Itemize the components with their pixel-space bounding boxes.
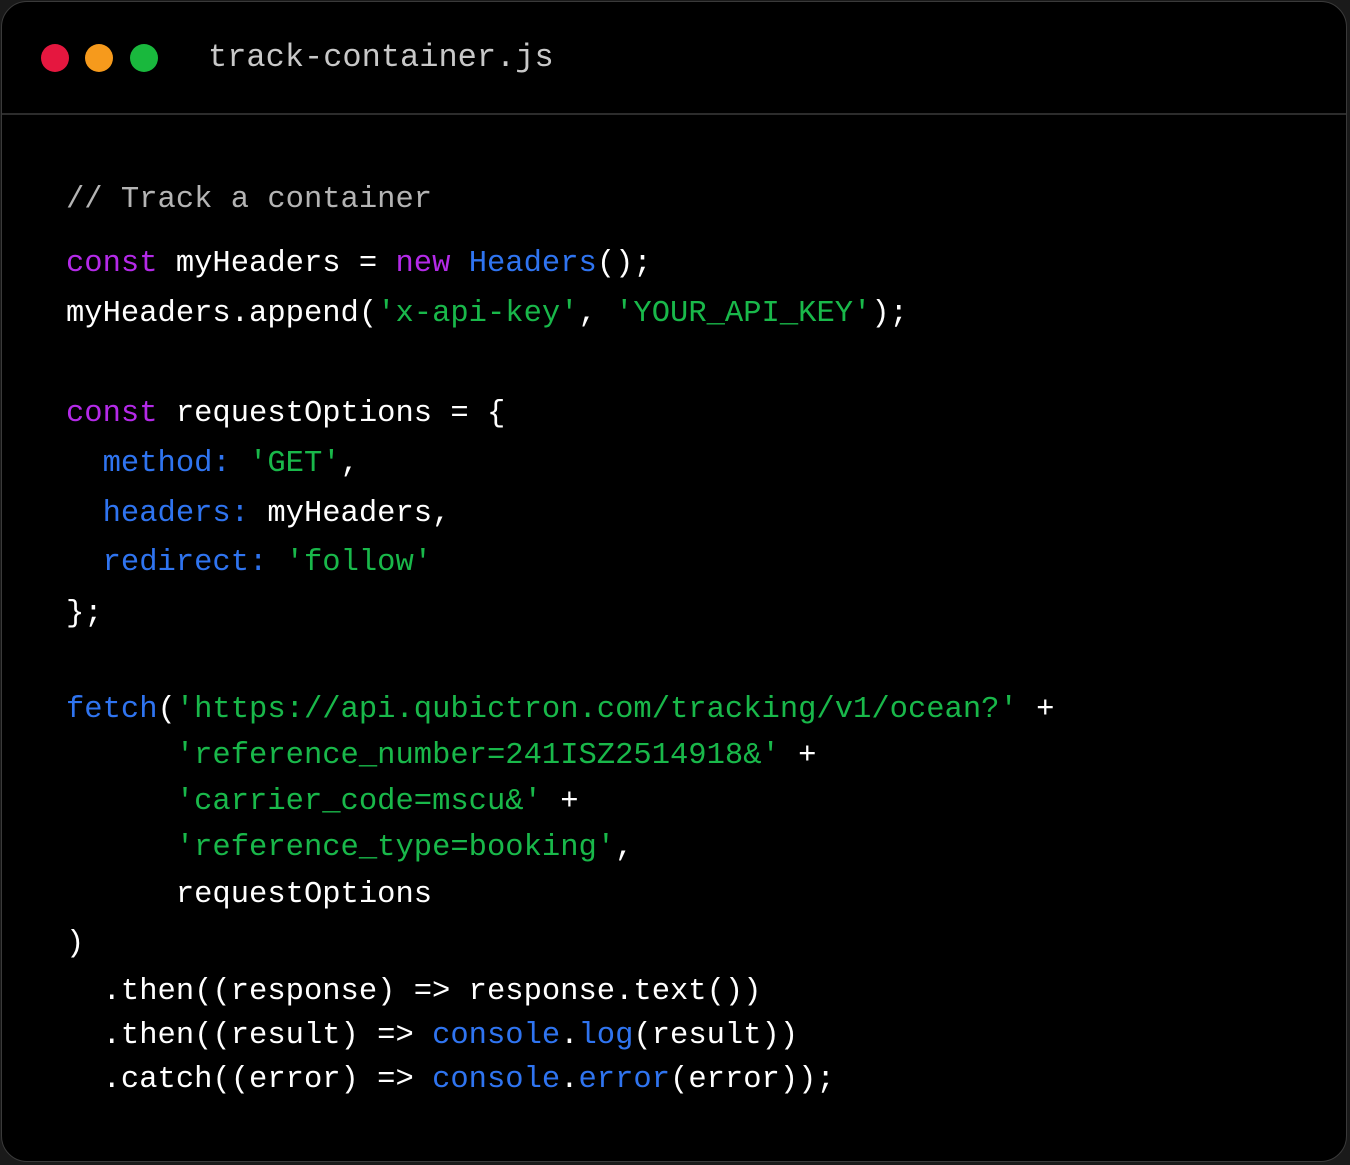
function-token: log — [578, 1019, 634, 1053]
code-text: ) — [66, 927, 85, 961]
property-token: headers: — [102, 497, 250, 531]
code-text: + — [779, 739, 817, 773]
code-editor: // Track a container const myHeaders = n… — [2, 2, 1346, 1161]
function-token: fetch — [66, 693, 158, 727]
code-window: track-container.js // Track a container … — [1, 1, 1347, 1162]
code-line: headers: myHeaders, — [66, 494, 451, 534]
code-line: redirect: 'follow' — [66, 543, 432, 583]
code-text: myHeaders.append( — [66, 297, 378, 331]
code-line: .then((response) => response.text()) — [66, 972, 762, 1012]
string-token: 'GET' — [249, 447, 341, 481]
string-token: 'x-api-key' — [377, 297, 579, 331]
keyword-token: const — [66, 397, 158, 431]
code-line: ) — [66, 924, 84, 964]
string-token: 'carrier_code=mscu&' — [175, 785, 542, 819]
code-line: .then((result) => console.log(result)) — [66, 1016, 799, 1056]
code-text: , — [340, 447, 359, 481]
code-line: const requestOptions = { — [66, 394, 505, 434]
code-line: 'reference_type=booking', — [66, 828, 634, 868]
code-text: myHeaders = — [157, 247, 396, 281]
code-line: 'carrier_code=mscu&' + — [66, 782, 579, 822]
code-text: . — [560, 1019, 579, 1053]
keyword-token: const — [66, 247, 158, 281]
string-token: 'https://api.qubictron.com/tracking/v1/o… — [175, 693, 1018, 727]
code-line: requestOptions — [66, 875, 432, 915]
code-text: . — [560, 1063, 579, 1097]
comment-token: // Track a container — [66, 183, 433, 217]
code-line: method: 'GET', — [66, 444, 359, 484]
property-token: method: — [102, 447, 231, 481]
function-token: Headers — [468, 247, 597, 281]
code-text: + — [1017, 693, 1055, 727]
code-text: , — [578, 297, 616, 331]
code-text: .then((response) => response.text()) — [66, 975, 762, 1009]
code-text: , — [615, 831, 634, 865]
code-text: requestOptions = { — [157, 397, 506, 431]
property-token: redirect: — [102, 546, 268, 580]
code-text: .then((result) => — [66, 1019, 433, 1053]
code-text: }; — [66, 597, 103, 631]
code-line: // Track a container — [66, 180, 432, 220]
string-token: 'reference_type=booking' — [175, 831, 616, 865]
code-line: const myHeaders = new Headers(); — [66, 244, 652, 284]
keyword-token: new — [395, 247, 451, 281]
string-token: 'follow' — [285, 546, 433, 580]
string-token: 'reference_number=241ISZ2514918&' — [175, 739, 780, 773]
code-text: .catch((error) => — [66, 1063, 433, 1097]
code-text: requestOptions — [66, 878, 433, 912]
code-text: + — [541, 785, 579, 819]
function-token: console — [432, 1063, 561, 1097]
code-line: .catch((error) => console.error(error)); — [66, 1060, 835, 1100]
string-token: 'YOUR_API_KEY' — [615, 297, 872, 331]
code-text: myHeaders, — [249, 497, 451, 531]
code-line: myHeaders.append('x-api-key', 'YOUR_API_… — [66, 294, 908, 334]
code-text: (); — [596, 247, 652, 281]
code-text: (error)); — [670, 1063, 835, 1097]
function-token: error — [578, 1063, 671, 1097]
function-token: console — [432, 1019, 561, 1053]
code-line: 'reference_number=241ISZ2514918&' + — [66, 736, 817, 776]
code-line: fetch('https://api.qubictron.com/trackin… — [66, 690, 1054, 730]
code-text: (result)) — [633, 1019, 799, 1053]
code-text: ); — [871, 297, 908, 331]
code-text: ( — [157, 693, 176, 727]
code-line: }; — [66, 594, 103, 634]
